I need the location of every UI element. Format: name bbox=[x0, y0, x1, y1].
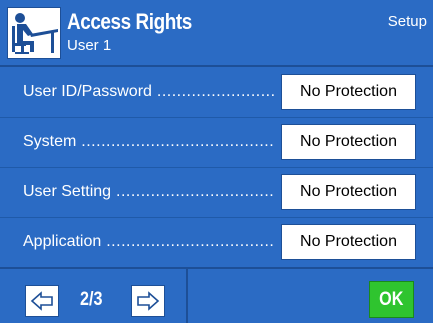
page-title: Access Rights bbox=[67, 9, 192, 34]
row-label: System bbox=[23, 133, 275, 151]
list-item-system: System No Protection bbox=[0, 117, 433, 167]
row-label: User Setting bbox=[23, 183, 275, 201]
ok-button[interactable]: OK bbox=[369, 281, 414, 318]
page-indicator: 2/3 bbox=[80, 289, 103, 310]
next-page-button[interactable] bbox=[131, 285, 165, 317]
ok-label: OK bbox=[379, 288, 404, 310]
arrow-right-icon bbox=[137, 291, 160, 311]
list-item-application: Application No Protection bbox=[0, 217, 433, 267]
section-label: Setup bbox=[387, 13, 427, 30]
system-protection-button[interactable]: No Protection bbox=[281, 124, 416, 160]
row-label: User ID/Password bbox=[23, 83, 275, 101]
list-item-user-setting: User Setting No Protection bbox=[0, 167, 433, 217]
footer-bar: 2/3 OK bbox=[0, 267, 433, 323]
user-id-password-protection-button[interactable]: No Protection bbox=[281, 74, 416, 110]
row-label: Application bbox=[23, 233, 275, 251]
application-protection-button[interactable]: No Protection bbox=[281, 224, 416, 260]
header: Access Rights User 1 Setup bbox=[0, 0, 433, 67]
list-item-user-id-password: User ID/Password No Protection bbox=[0, 67, 433, 117]
user-setting-protection-button[interactable]: No Protection bbox=[281, 174, 416, 210]
access-rights-screen: Access Rights User 1 Setup User ID/Passw… bbox=[0, 0, 433, 323]
page-subtitle: User 1 bbox=[67, 37, 112, 54]
user-at-desk-icon bbox=[7, 7, 61, 59]
settings-list: User ID/Password No Protection System No… bbox=[0, 67, 433, 267]
footer-divider bbox=[186, 269, 188, 323]
arrow-left-icon bbox=[30, 291, 53, 311]
previous-page-button[interactable] bbox=[25, 285, 59, 317]
